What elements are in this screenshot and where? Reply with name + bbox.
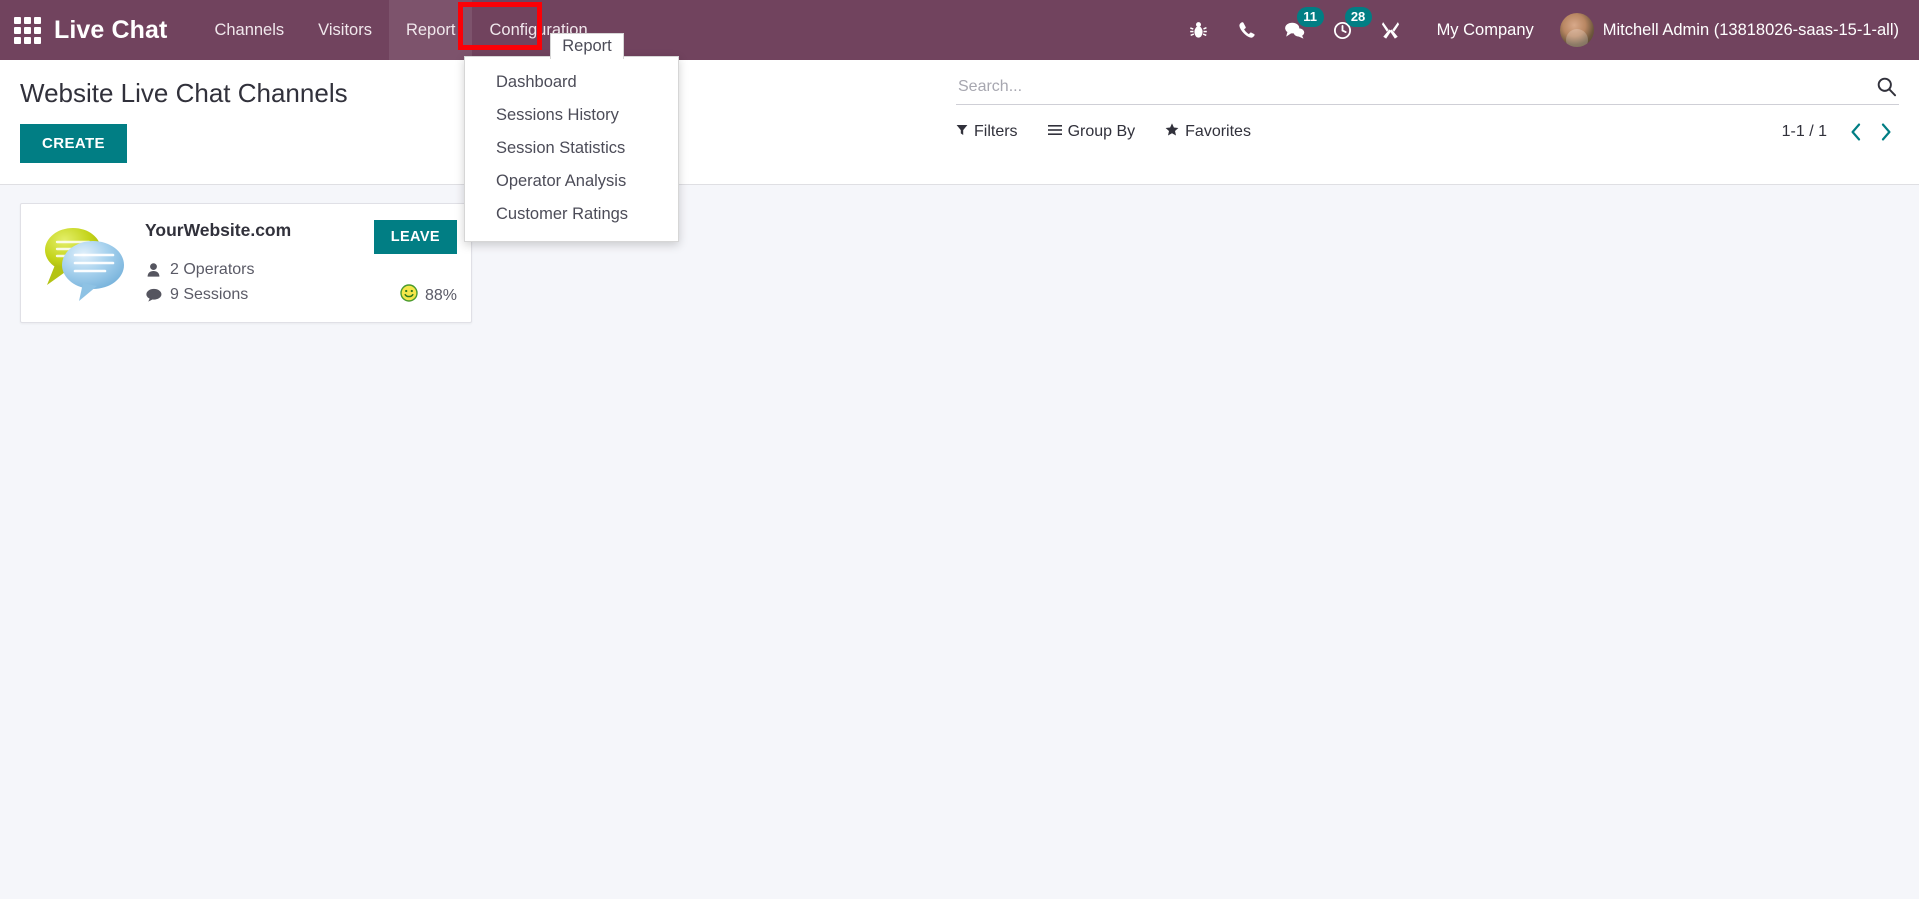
filters-button[interactable]: Filters	[956, 123, 1018, 141]
report-dropdown-menu: Dashboard Sessions History Session Stati…	[464, 56, 679, 242]
comment-icon	[145, 288, 162, 302]
company-switcher[interactable]: My Company	[1415, 21, 1550, 40]
group-by-label: Group By	[1067, 123, 1136, 140]
bug-icon[interactable]	[1175, 0, 1223, 60]
menu-item-customer-ratings[interactable]: Customer Ratings	[465, 198, 678, 231]
app-brand-live-chat[interactable]: Live Chat	[54, 16, 167, 45]
smiley-icon	[400, 284, 418, 307]
pager-next-button[interactable]	[1873, 119, 1899, 145]
messages-icon[interactable]: 11	[1271, 0, 1324, 60]
pager-previous-button[interactable]	[1843, 119, 1869, 145]
search-input[interactable]	[958, 77, 1876, 96]
rating-stat: 88%	[400, 284, 457, 307]
leave-button[interactable]: LEAVE	[373, 220, 457, 254]
star-icon	[1165, 123, 1179, 141]
favorites-button[interactable]: Favorites	[1165, 123, 1251, 141]
tools-icon[interactable]	[1367, 0, 1415, 60]
create-button[interactable]: CREATE	[20, 124, 127, 163]
user-name-label: Mitchell Admin (13818026-saas-15-1-all)	[1602, 20, 1899, 39]
chat-bubbles-icon	[45, 228, 124, 301]
menu-item-operator-analysis[interactable]: Operator Analysis	[465, 165, 678, 198]
card-header-row: YourWebsite.com LEAVE	[145, 220, 457, 254]
pager-count: 1-1 / 1	[1781, 123, 1827, 140]
menu-item-session-statistics[interactable]: Session Statistics	[465, 132, 678, 165]
activities-clock-icon[interactable]: 28	[1319, 0, 1372, 60]
nav-item-report[interactable]: Report	[388, 0, 473, 60]
filters-label: Filters	[974, 123, 1018, 140]
channel-thumbnail	[35, 220, 139, 306]
user-icon	[145, 263, 162, 277]
nav-item-visitors[interactable]: Visitors	[301, 0, 389, 60]
user-menu[interactable]: Mitchell Admin (13818026-saas-15-1-all)	[1550, 13, 1905, 47]
list-lines-icon	[1047, 123, 1062, 141]
phone-icon[interactable]	[1223, 0, 1271, 60]
searchbar	[956, 72, 1899, 105]
kanban-view: YourWebsite.com LEAVE 2 Operators 9 Sess…	[0, 185, 1919, 899]
pager: 1-1 / 1	[1782, 119, 1899, 145]
main-menu-bar: Channels Visitors Report Configuration	[197, 0, 604, 60]
menu-item-dashboard[interactable]: Dashboard	[465, 66, 678, 99]
searchview-tools: Filters Group By Favorites 1-1 / 1	[956, 119, 1899, 145]
control-panel-right: Filters Group By Favorites 1-1 / 1	[940, 60, 1919, 145]
nav-item-channels[interactable]: Channels	[197, 0, 301, 60]
operators-label: 2 Operators	[170, 261, 255, 278]
rating-value: 88%	[424, 286, 457, 304]
filter-icon	[956, 123, 968, 141]
favorites-label: Favorites	[1185, 123, 1251, 140]
report-menu-tooltip: Report	[550, 33, 624, 59]
menu-item-sessions-history[interactable]: Sessions History	[465, 99, 678, 132]
apps-grid-icon[interactable]	[10, 13, 44, 47]
kanban-card[interactable]: YourWebsite.com LEAVE 2 Operators 9 Sess…	[20, 203, 472, 323]
card-body: YourWebsite.com LEAVE 2 Operators 9 Sess…	[139, 220, 457, 306]
avatar	[1559, 13, 1594, 47]
control-panel: Website Live Chat Channels CREATE Filter…	[0, 60, 1919, 185]
top-navbar: Live Chat Channels Visitors Report Confi…	[0, 0, 1919, 60]
operators-stat: 2 Operators	[145, 261, 457, 279]
systray: 11 28 My Company Mitchell Admin (1381802…	[1175, 0, 1905, 60]
group-by-button[interactable]: Group By	[1047, 123, 1136, 141]
sessions-label: 9 Sessions	[170, 286, 249, 303]
channel-name: YourWebsite.com	[145, 220, 292, 240]
search-icon[interactable]	[1876, 76, 1897, 97]
